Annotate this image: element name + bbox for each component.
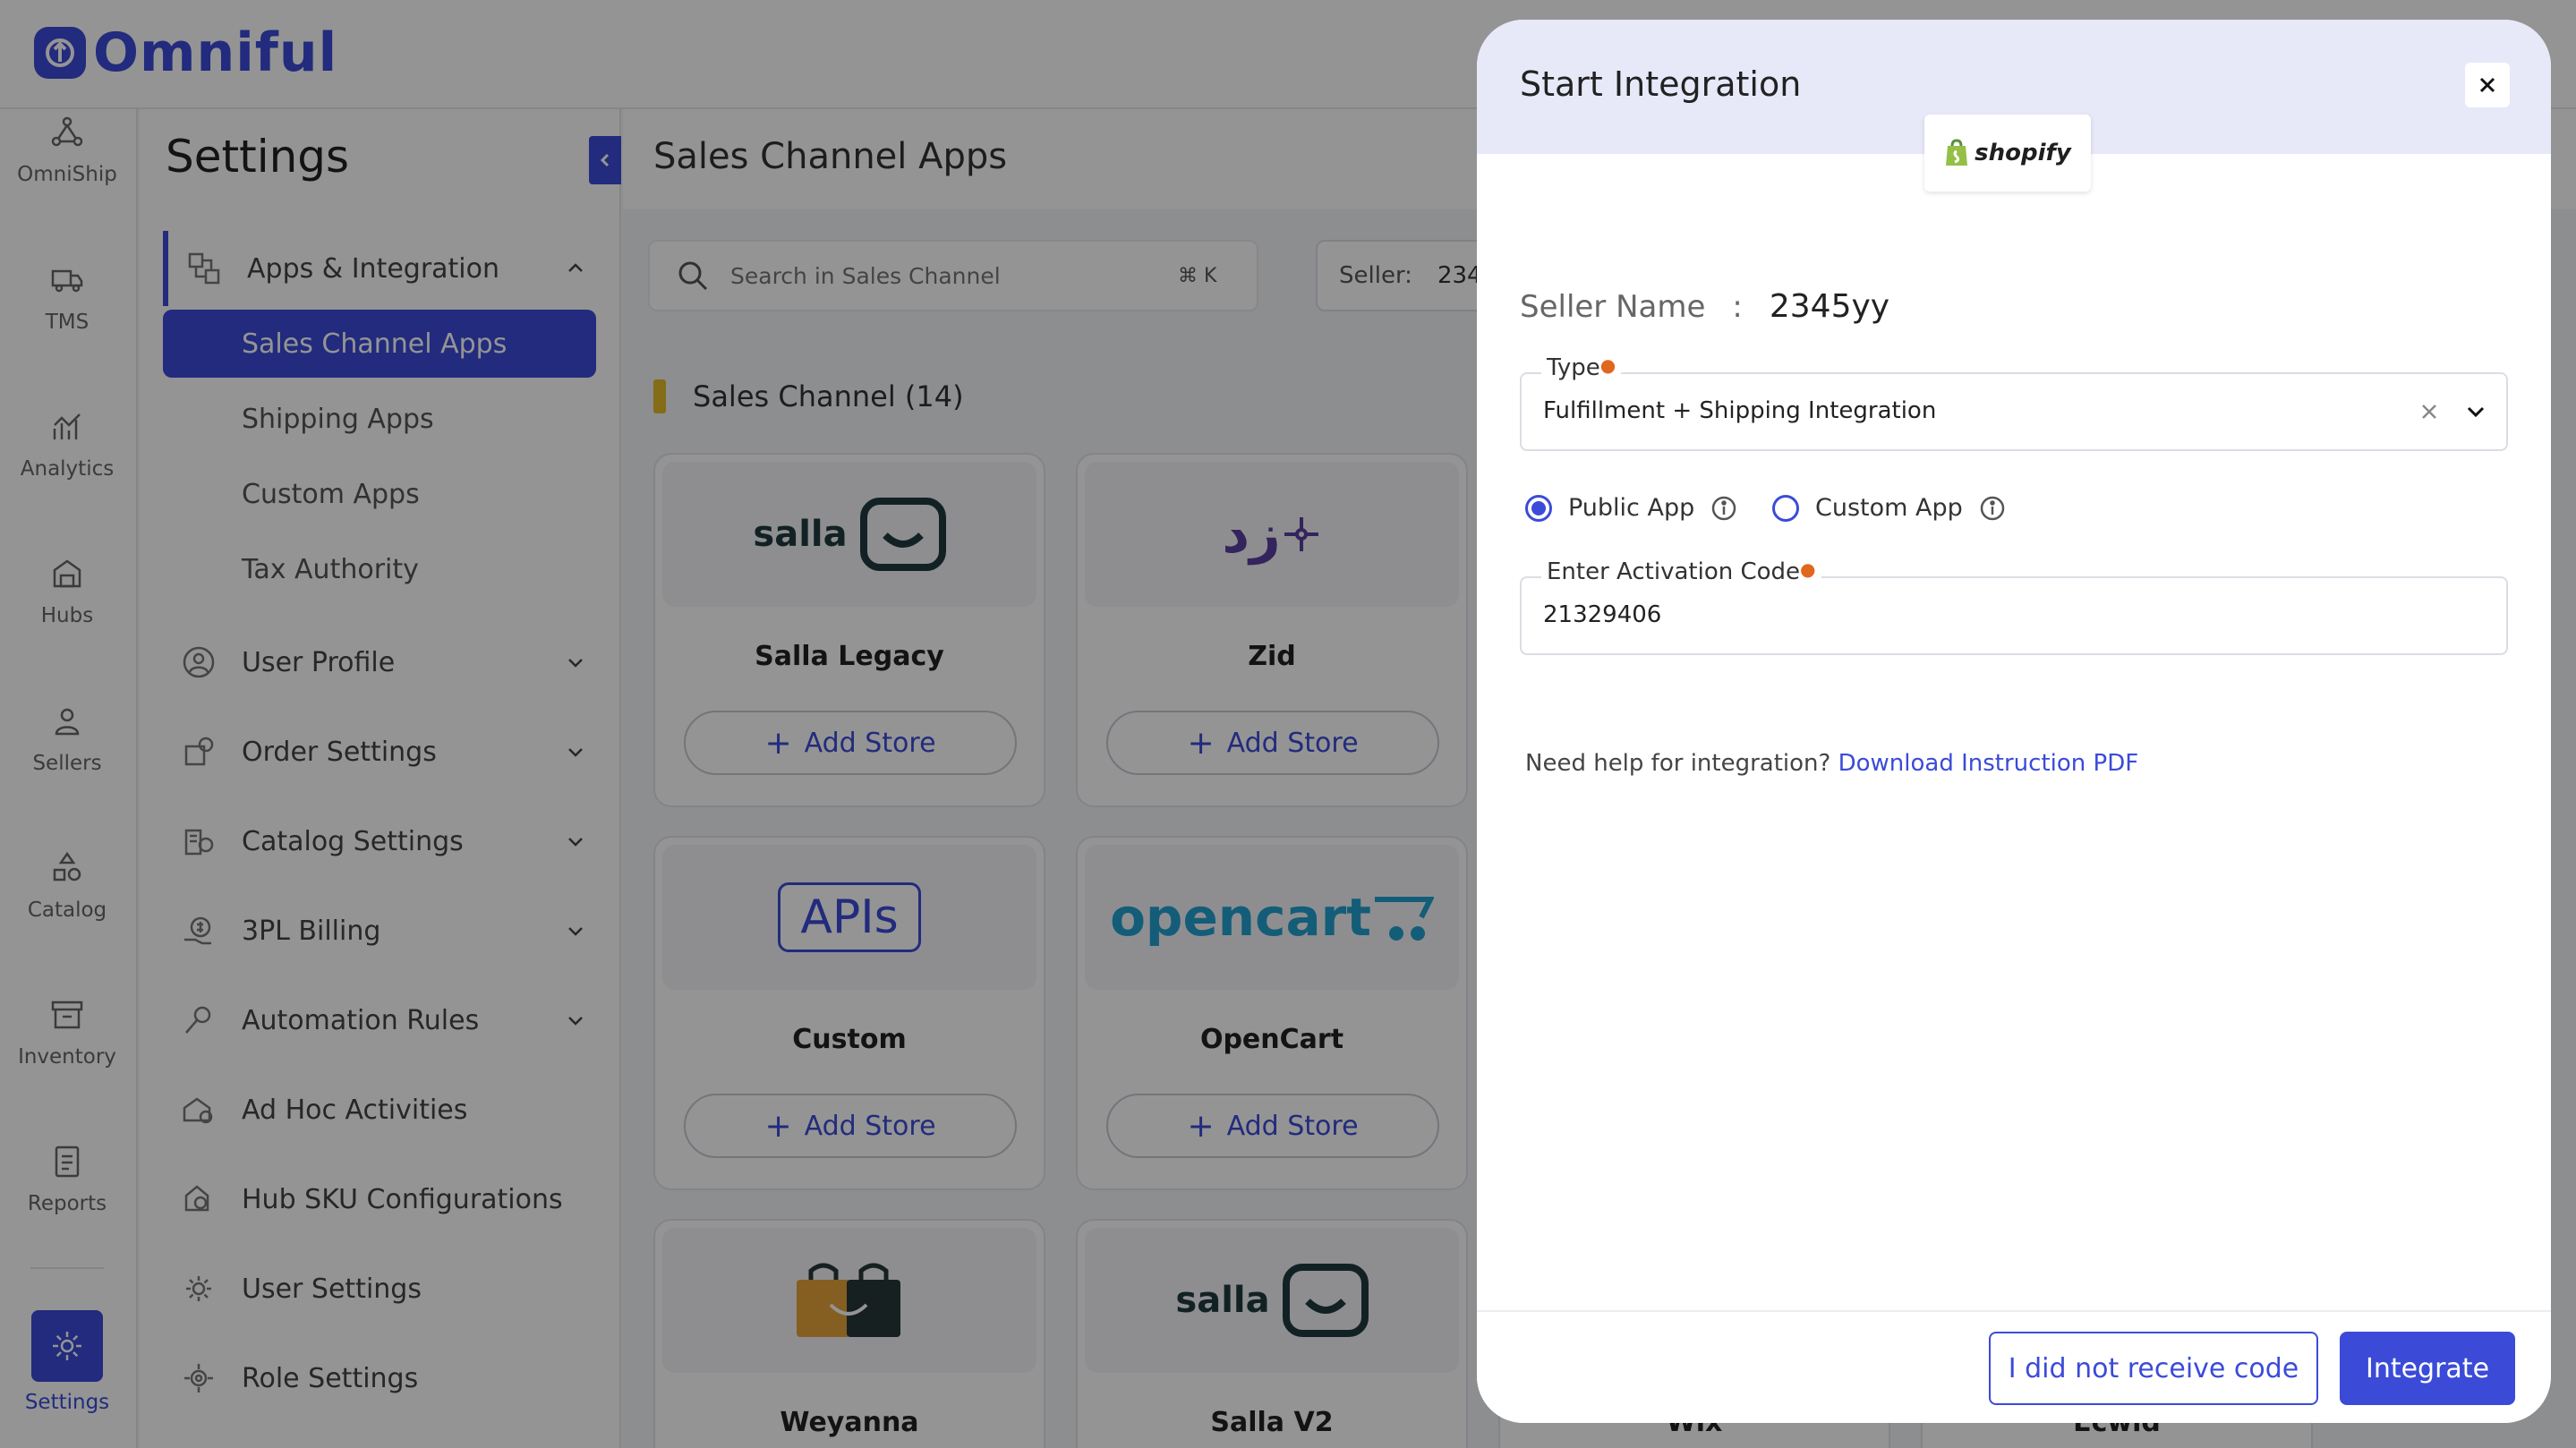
public-app-radio[interactable]: Public App xyxy=(1525,494,1737,522)
close-icon xyxy=(2479,77,2495,93)
info-icon[interactable] xyxy=(1710,495,1737,522)
custom-app-radio[interactable]: Custom App xyxy=(1772,494,2006,522)
type-value: Fulfillment + Shipping Integration xyxy=(1543,397,1937,424)
type-select[interactable]: Type● Fulfillment + Shipping Integration xyxy=(1520,354,2508,451)
activation-code-field[interactable]: Enter Activation Code● 21329406 xyxy=(1520,558,2508,655)
shopify-bag-icon xyxy=(1946,139,1968,166)
start-integration-modal: Start Integration shopify Seller Name : … xyxy=(1477,20,2551,1423)
radio-label: Custom App xyxy=(1815,494,1963,522)
clear-icon[interactable] xyxy=(2417,399,2442,424)
help-row: Need help for integration? Download Inst… xyxy=(1525,750,2138,777)
seller-name-separator: : xyxy=(1732,288,1743,325)
modal-title: Start Integration xyxy=(1520,64,1802,104)
activation-code-value[interactable]: 21329406 xyxy=(1543,601,1661,628)
type-label: Type● xyxy=(1541,354,1622,381)
did-not-receive-code-button[interactable]: I did not receive code xyxy=(1989,1332,2318,1405)
chevron-down-icon[interactable] xyxy=(2463,399,2488,424)
activation-code-label: Enter Activation Code● xyxy=(1541,558,1821,585)
help-text: Need help for integration? xyxy=(1525,750,1831,777)
radio-circle xyxy=(1772,494,1799,522)
seller-name-row: Seller Name : 2345yy xyxy=(1520,288,1889,325)
required-indicator: ● xyxy=(1800,558,1816,580)
required-indicator: ● xyxy=(1599,354,1616,376)
seller-name-value: 2345yy xyxy=(1769,288,1890,325)
radio-label: Public App xyxy=(1568,494,1695,522)
close-button[interactable] xyxy=(2465,63,2510,107)
seller-name-label: Seller Name xyxy=(1520,288,1706,325)
radio-circle xyxy=(1525,494,1552,522)
shopify-wordmark: shopify xyxy=(1975,140,2071,166)
info-icon[interactable] xyxy=(1979,495,2006,522)
integrate-button[interactable]: Integrate xyxy=(2340,1332,2515,1405)
download-instruction-link[interactable]: Download Instruction PDF xyxy=(1838,750,2139,777)
shopify-logo: shopify xyxy=(1924,115,2091,192)
